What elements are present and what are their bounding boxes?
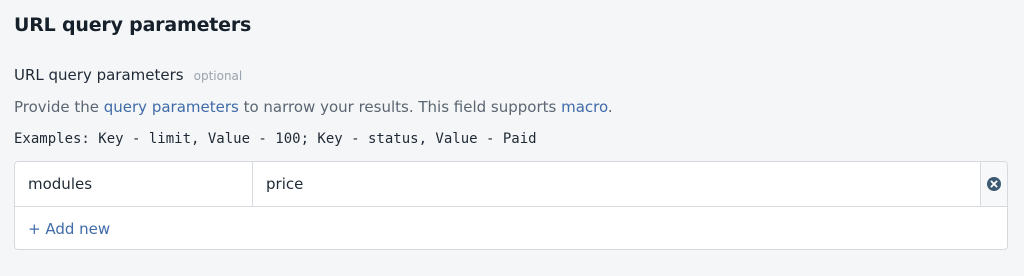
field-label-row: URL query parameters optional [14,66,242,84]
add-new-button[interactable]: + Add new [28,220,110,238]
optional-badge: optional [193,69,243,83]
param-key-input[interactable]: modules [15,162,253,206]
examples-text: Examples: Key - limit, Value - 100; Key … [14,131,537,147]
param-value-input[interactable]: price [253,162,981,206]
close-circle-icon [987,177,1001,191]
description-prefix: Provide the [14,98,104,116]
param-row: modules price [15,162,1007,207]
description-suffix: . [607,98,613,116]
macro-link[interactable]: macro [561,98,608,116]
field-description: Provide the query parameters to narrow y… [14,98,613,116]
query-params-editor: modules price + Add new [14,161,1008,250]
query-parameters-link[interactable]: query parameters [104,98,239,116]
field-label: URL query parameters [14,66,184,84]
description-middle: to narrow your results. This field suppo… [238,98,562,116]
section-title: URL query parameters [14,14,252,36]
remove-param-button[interactable] [981,162,1007,206]
